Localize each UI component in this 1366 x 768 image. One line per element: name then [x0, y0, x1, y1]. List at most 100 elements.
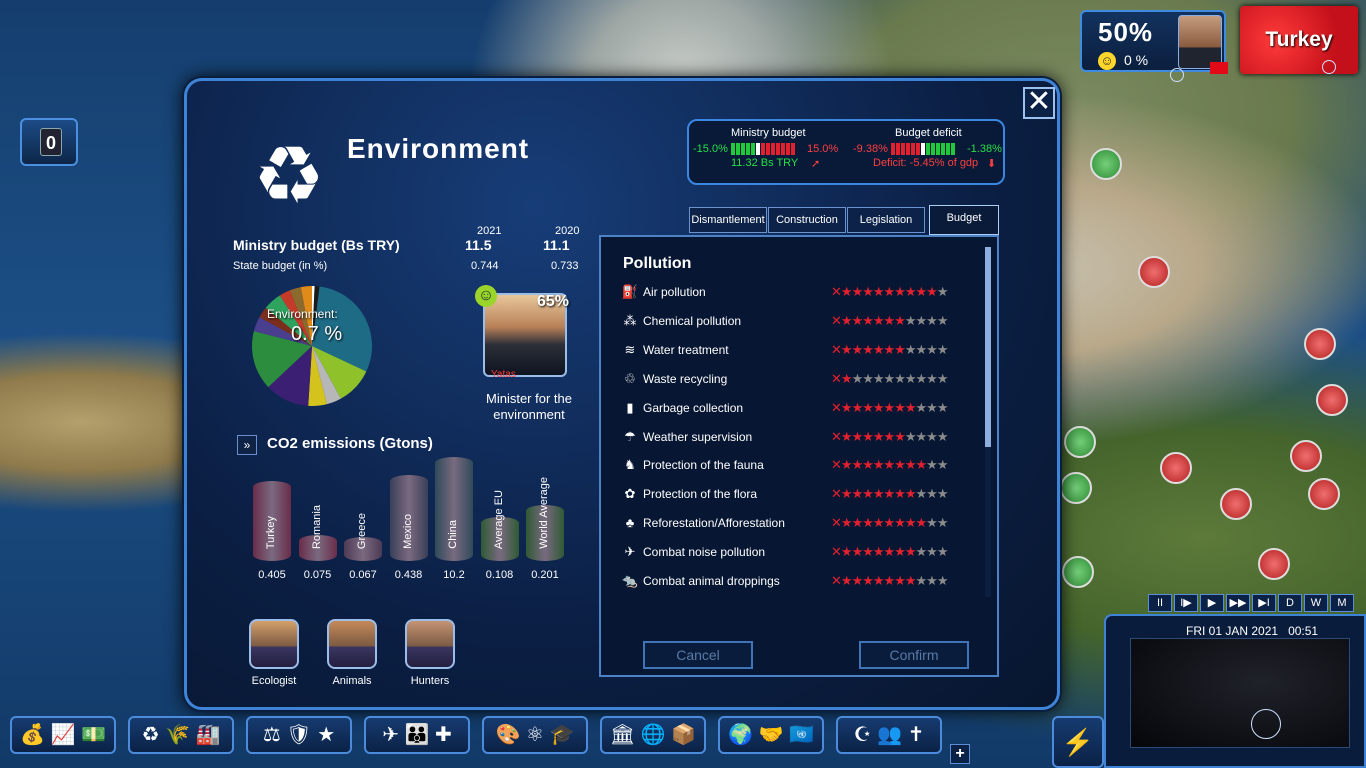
map-marker[interactable]: [1064, 426, 1096, 458]
ministry-group-button[interactable]: 🏛 🌐 📦: [600, 716, 706, 754]
time-controls: II I▶ ▶ ▶▶ ▶I D W M: [1148, 594, 1354, 612]
rating-stars[interactable]: ✕★★★★★★★★★★: [831, 544, 948, 560]
intelligence-button[interactable]: ⚡: [1052, 716, 1104, 768]
rating-stars[interactable]: ✕★★★★★★★★★★: [831, 284, 948, 300]
ministry-group-button[interactable]: ⚖ 🛡 ★: [246, 716, 352, 754]
rating-stars[interactable]: ✕★★★★★★★★★★: [831, 313, 948, 329]
map-marker[interactable]: [1220, 488, 1252, 520]
pollution-row[interactable]: ☂ Weather supervision ✕★★★★★★★★★★: [621, 428, 973, 448]
pollution-row[interactable]: ⛽ Air pollution ✕★★★★★★★★★★: [621, 283, 973, 303]
fast-forward-icon[interactable]: »: [237, 435, 257, 455]
confirm-button[interactable]: Confirm: [859, 641, 969, 669]
rating-stars[interactable]: ✕★★★★★★★★★★: [831, 457, 948, 473]
time-button[interactable]: D: [1278, 594, 1302, 612]
interest-group-label: Ecologist: [251, 675, 297, 687]
rating-stars[interactable]: ✕★★★★★★★★★★: [831, 429, 948, 445]
interest-group-portrait[interactable]: [405, 619, 455, 669]
pollution-row[interactable]: ♣ Reforestation/Afforestation ✕★★★★★★★★★★: [621, 514, 973, 534]
tab-legislation[interactable]: Legislation: [847, 207, 925, 233]
pollution-label: Weather supervision: [643, 429, 753, 444]
tab-construction[interactable]: Construction: [768, 207, 846, 233]
time-button[interactable]: M: [1330, 594, 1354, 612]
time-button[interactable]: I▶: [1174, 594, 1198, 612]
pollution-icon: ✿: [624, 486, 636, 502]
map-marker[interactable]: [1060, 472, 1092, 504]
cancel-button[interactable]: Cancel: [643, 641, 753, 669]
rating-stars[interactable]: ✕★★★★★★★★★★: [831, 371, 948, 387]
pollution-row[interactable]: ♲ Waste recycling ✕★★★★★★★★★★: [621, 370, 973, 390]
pollution-row[interactable]: 🐀 Combat animal droppings ✕★★★★★★★★★★: [621, 572, 973, 592]
scrollbar-thumb[interactable]: [985, 247, 991, 447]
pollution-label: Garbage collection: [643, 400, 744, 415]
pollution-row[interactable]: ⁂ Chemical pollution ✕★★★★★★★★★★: [621, 312, 973, 332]
recycle-icon: ♻: [253, 131, 325, 220]
ministry-group-button[interactable]: ☪ 👥 ✝: [836, 716, 942, 754]
map-marker[interactable]: [1308, 478, 1340, 510]
time-button[interactable]: ▶I: [1252, 594, 1276, 612]
time-button[interactable]: ▶: [1200, 594, 1224, 612]
close-button[interactable]: ✕: [1023, 87, 1055, 119]
interest-group-portrait[interactable]: [327, 619, 377, 669]
ministry-group-button[interactable]: ✈ 👪 ✚: [364, 716, 470, 754]
ministry-group-button[interactable]: 💰 📈 💵: [10, 716, 116, 754]
co2-value: 10.2: [443, 569, 465, 581]
co2-country-label: World Average: [538, 477, 550, 549]
time-button[interactable]: W: [1304, 594, 1328, 612]
rating-stars[interactable]: ✕★★★★★★★★★★: [831, 486, 948, 502]
scrollbar[interactable]: [985, 247, 991, 597]
notifications-button[interactable]: 0: [20, 118, 78, 166]
map-marker[interactable]: [1090, 148, 1122, 180]
map-marker[interactable]: [1258, 548, 1290, 580]
map-marker[interactable]: [1304, 328, 1336, 360]
deficit-slider[interactable]: [891, 143, 955, 155]
ministry-group-button[interactable]: ♻ 🌾 🏭: [128, 716, 234, 754]
arrow-up-icon: ➚: [811, 158, 821, 170]
pollution-icon: 🐀: [621, 573, 639, 588]
ministry-group-button[interactable]: 🌍 🤝 🇺🇳: [718, 716, 824, 754]
pollution-row[interactable]: ✿ Protection of the flora ✕★★★★★★★★★★: [621, 485, 973, 505]
tab-budget[interactable]: Budget: [929, 205, 999, 235]
year-2021: 2021: [477, 225, 502, 237]
time-button[interactable]: II: [1148, 594, 1172, 612]
target-icon[interactable]: [1170, 68, 1184, 82]
map-marker[interactable]: [1290, 440, 1322, 472]
interest-group-portrait[interactable]: [249, 619, 299, 669]
minister-approval: 65%: [537, 293, 570, 310]
rating-stars[interactable]: ✕★★★★★★★★★★: [831, 400, 948, 416]
add-button[interactable]: +: [950, 744, 970, 764]
target-icon[interactable]: [1322, 60, 1336, 74]
map-marker[interactable]: [1316, 384, 1348, 416]
ministry-budget-slider[interactable]: [731, 143, 795, 155]
co2-value: 0.201: [531, 569, 559, 581]
rating-stars[interactable]: ✕★★★★★★★★★★: [831, 573, 948, 589]
happy-face-icon: ☺: [475, 285, 497, 307]
country-button[interactable]: Turkey: [1240, 6, 1358, 74]
pollution-icon: ♣: [625, 515, 635, 531]
map-marker[interactable]: [1062, 556, 1094, 588]
ministry-group-button[interactable]: 🎨 ⚛ 🎓: [482, 716, 588, 754]
minimap[interactable]: [1130, 638, 1350, 748]
state-budget-label: State budget (in %): [233, 260, 328, 272]
pollution-icon: ✈: [624, 544, 636, 560]
pollution-list: Pollution ⛽ Air pollution ✕★★★★★★★★★★ ⁂ Chem…: [599, 235, 999, 677]
turkey-flag-icon: [1210, 62, 1228, 74]
rating-stars[interactable]: ✕★★★★★★★★★★: [831, 342, 948, 358]
ministry-max: 15.0%: [807, 143, 839, 155]
crosshair-icon: [1251, 709, 1281, 739]
panel-title: Environment: [347, 133, 530, 164]
time-button[interactable]: ▶▶: [1226, 594, 1250, 612]
map-marker[interactable]: [1138, 256, 1170, 288]
pollution-row[interactable]: ✈ Combat noise pollution ✕★★★★★★★★★★: [621, 543, 973, 563]
map-marker[interactable]: [1160, 452, 1192, 484]
pollution-row[interactable]: ▮ Garbage collection ✕★★★★★★★★★★: [621, 399, 973, 419]
budget-summary: Ministry budget -15.0% 15.0% 11.32 Bs TR…: [687, 119, 1005, 185]
pollution-label: Chemical pollution: [643, 313, 742, 328]
pollution-icon: ≋: [624, 341, 636, 357]
pollution-row[interactable]: ≋ Water treatment ✕★★★★★★★★★★: [621, 341, 973, 361]
approval-panel[interactable]: 50% ☺ 0 %: [1080, 10, 1228, 82]
rating-stars[interactable]: ✕★★★★★★★★★★: [831, 515, 948, 531]
tab-dismantlement[interactable]: Dismantlement: [689, 207, 767, 233]
leader-portrait[interactable]: [1178, 15, 1222, 69]
pollution-row[interactable]: ♞ Protection of the fauna ✕★★★★★★★★★★: [621, 456, 973, 476]
pollution-label: Air pollution: [643, 285, 706, 299]
